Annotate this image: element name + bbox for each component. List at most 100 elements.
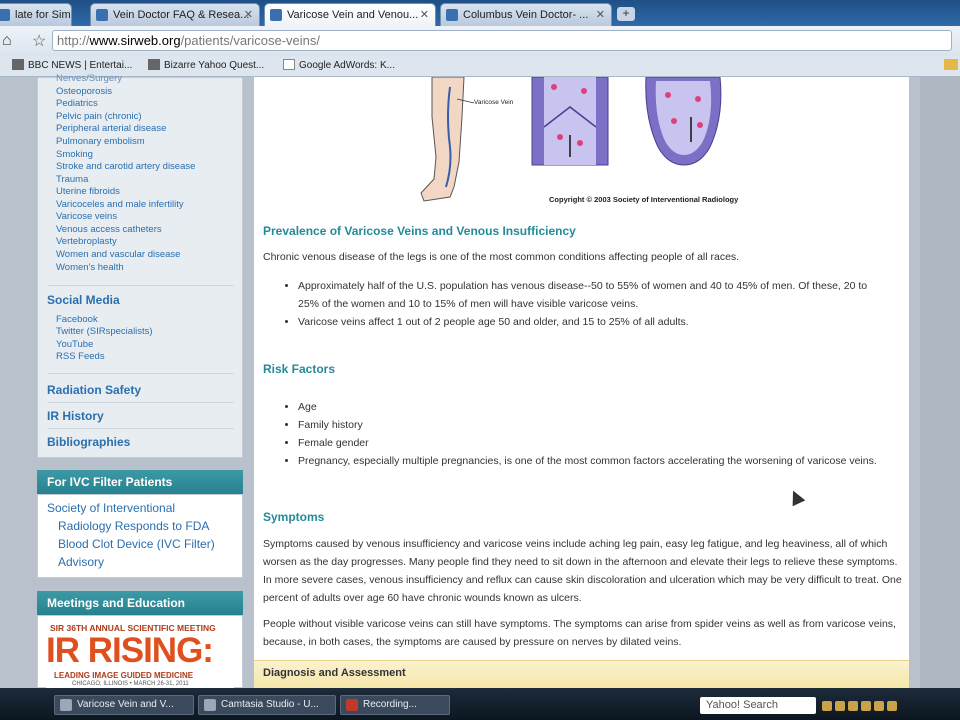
topic-link[interactable]: Vertebroplasty	[56, 236, 117, 247]
address-bar[interactable]: http://www.sirweb.org/patients/varicose-…	[52, 30, 952, 51]
star-icon[interactable]: ☆	[32, 31, 46, 51]
social-link-twitter[interactable]: Twitter (SIRspecialists)	[56, 326, 153, 337]
symptoms-paragraph-1: Symptoms caused by venous insufficiency …	[263, 538, 902, 604]
browser-toolbar: ⌂ ☆ http://www.sirweb.org/patients/varic…	[0, 26, 960, 56]
tray-icon[interactable]	[874, 701, 884, 711]
bookmark-google-adwords[interactable]: Google AdWords: K...	[283, 59, 395, 71]
divider	[48, 373, 234, 374]
record-icon	[346, 699, 358, 711]
tray-icon[interactable]	[835, 701, 845, 711]
page-icon	[96, 9, 108, 21]
folder-icon[interactable]	[944, 59, 958, 70]
diagnosis-heading: Diagnosis and Assessment	[263, 667, 406, 679]
topic-link[interactable]: Varicoceles and male infertility	[56, 199, 184, 210]
banner-location: CHICAGO, ILLINOIS • MARCH 26-31, 2011	[72, 681, 189, 687]
illustration-copyright: Copyright © 2003 Society of Intervention…	[549, 195, 739, 204]
risk-factors-heading: Risk Factors	[263, 362, 336, 376]
tray-icon[interactable]	[848, 701, 858, 711]
bookmark-bbc-news[interactable]: BBC NEWS | Entertai...	[12, 59, 132, 71]
ivc-link[interactable]: Advisory	[58, 555, 104, 569]
tray-icon[interactable]	[887, 701, 897, 711]
divider	[48, 285, 234, 286]
topics-box: Nerves/Surgery Osteoporosis Pediatrics P…	[37, 73, 243, 458]
tab-0[interactable]: late for Sim...	[0, 3, 72, 26]
bookmarks-bar: BBC NEWS | Entertai... Bizarre Yahoo Que…	[0, 56, 960, 77]
topic-link[interactable]: Pelvic pain (chronic)	[56, 111, 142, 122]
topic-link[interactable]: Nerves/Surgery	[56, 73, 122, 84]
topic-link[interactable]: Smoking	[56, 149, 93, 160]
illustration-label: Varicose Vein	[474, 99, 514, 106]
divider	[48, 428, 234, 429]
page-icon	[0, 9, 10, 21]
list-item: Pregnancy, especially multiple pregnanci…	[298, 452, 890, 470]
close-icon[interactable]: ✕	[420, 4, 429, 26]
topic-link[interactable]: Varicose veins	[56, 211, 117, 222]
google-icon	[283, 59, 295, 70]
topic-link[interactable]: Uterine fibroids	[56, 186, 120, 197]
topic-link[interactable]: Peripheral arterial disease	[56, 123, 166, 134]
list-item: Varicose veins affect 1 out of 2 people …	[298, 313, 890, 331]
symptoms-paragraph-2: People without visible varicose veins ca…	[263, 618, 896, 648]
page-icon	[270, 9, 282, 21]
tab-varicose-vein[interactable]: Varicose Vein and Venou... ✕	[264, 3, 436, 27]
tab-vein-doctor-faq[interactable]: Vein Doctor FAQ & Resea... ✕	[90, 3, 260, 26]
prevalence-list: Approximately half of the U.S. populatio…	[281, 277, 890, 331]
ivc-filter-heading: For IVC Filter Patients	[37, 470, 243, 494]
ivc-link[interactable]: Blood Clot Device (IVC Filter)	[58, 537, 215, 551]
topic-link[interactable]: Women's health	[56, 262, 124, 273]
social-media-heading[interactable]: Social Media	[47, 293, 120, 307]
web-page: Nerves/Surgery Osteoporosis Pediatrics P…	[0, 73, 960, 689]
prevalence-heading: Prevalence of Varicose Veins and Venous …	[263, 224, 576, 238]
yahoo-search-box[interactable]: Yahoo! Search	[700, 697, 816, 714]
symptoms-heading: Symptoms	[263, 510, 325, 524]
taskbar-item-camtasia[interactable]: Camtasia Studio - U...	[198, 695, 336, 715]
tray-icon[interactable]	[822, 701, 832, 711]
chrome-icon	[60, 699, 72, 711]
radiation-safety-link[interactable]: Radiation Safety	[47, 383, 141, 397]
ir-rising-banner[interactable]: SIR 36TH ANNUAL SCIENTIFIC MEETING IR RI…	[46, 619, 234, 689]
camtasia-icon	[204, 699, 216, 711]
page-gutter	[920, 77, 960, 688]
taskbar-item-browser[interactable]: Varicose Vein and V...	[54, 695, 194, 715]
ir-history-link[interactable]: IR History	[47, 409, 104, 423]
ivc-filter-panel: Society of Interventional Radiology Resp…	[37, 494, 243, 578]
bookmark-yahoo-questions[interactable]: Bizarre Yahoo Quest...	[148, 59, 264, 71]
topic-link[interactable]: Trauma	[56, 174, 88, 185]
topic-link[interactable]: Women and vascular disease	[56, 249, 180, 260]
page-icon	[446, 9, 458, 21]
diagnosis-section-bar[interactable]: Diagnosis and Assessment	[254, 660, 909, 689]
bibliographies-link[interactable]: Bibliographies	[47, 435, 130, 449]
social-link-youtube[interactable]: YouTube	[56, 339, 93, 350]
list-item: Approximately half of the U.S. populatio…	[298, 277, 890, 313]
topic-link[interactable]: Pulmonary embolism	[56, 136, 145, 147]
tray-icon[interactable]	[861, 701, 871, 711]
tab-strip: late for Sim... Vein Doctor FAQ & Resea.…	[0, 0, 960, 27]
list-item: Family history	[298, 416, 890, 434]
social-link-rss[interactable]: RSS Feeds	[56, 351, 105, 362]
social-link-facebook[interactable]: Facebook	[56, 314, 98, 325]
topic-link[interactable]: Venous access catheters	[56, 224, 162, 235]
tab-columbus-vein-doctor[interactable]: Columbus Vein Doctor- ... ✕	[440, 3, 612, 26]
main-content: Varicose Vein Copyright © 2003 Society o…	[254, 77, 909, 689]
banner-tagline: LEADING IMAGE GUIDED MEDICINE	[54, 671, 194, 680]
ivc-link[interactable]: Society of Interventional	[47, 501, 175, 515]
new-tab-button[interactable]: +	[617, 7, 635, 21]
topic-link[interactable]: Pediatrics	[56, 98, 98, 109]
close-icon[interactable]: ✕	[596, 4, 605, 26]
divider	[48, 402, 234, 403]
close-icon[interactable]: ✕	[244, 4, 253, 26]
topic-link[interactable]: Osteoporosis	[56, 86, 112, 97]
bbc-icon	[12, 59, 24, 70]
system-tray	[822, 698, 952, 712]
varicose-vein-illustration: Varicose Vein	[420, 77, 722, 202]
list-item: Female gender	[298, 434, 890, 452]
sidebar: Nerves/Surgery Osteoporosis Pediatrics P…	[37, 73, 243, 689]
topic-link[interactable]: Stroke and carotid artery disease	[56, 161, 195, 172]
home-icon[interactable]: ⌂	[2, 32, 12, 50]
ivc-link[interactable]: Radiology Responds to FDA	[58, 519, 209, 533]
taskbar-item-recording[interactable]: Recording...	[340, 695, 450, 715]
list-item: Age	[298, 398, 890, 416]
meetings-heading: Meetings and Education	[37, 591, 243, 615]
banner-title: IR RISING:	[46, 631, 214, 670]
risk-factors-list: Age Family history Female gender Pregnan…	[281, 398, 890, 470]
